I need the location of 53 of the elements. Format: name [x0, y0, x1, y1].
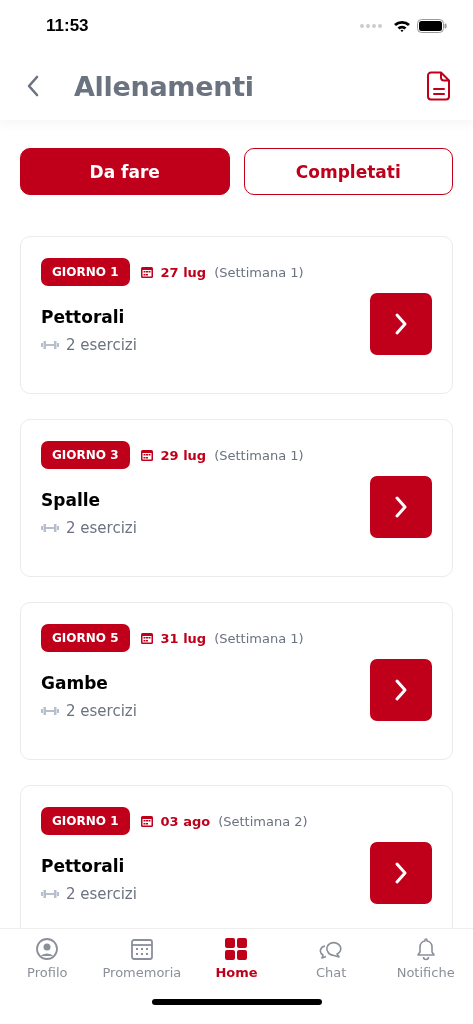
chevron-right-icon [393, 312, 409, 336]
calendar-icon [140, 632, 153, 644]
filter-tab[interactable]: Da fare [20, 148, 230, 195]
dumbbell-icon [41, 339, 59, 350]
profile-icon [35, 937, 60, 961]
open-button[interactable] [370, 293, 432, 355]
day-badge: GIORNO 1 [41, 807, 130, 835]
nav-item[interactable]: Home [189, 937, 284, 999]
nav-item[interactable]: Chat [283, 937, 379, 999]
signal-icon [359, 23, 383, 29]
open-button[interactable] [370, 842, 432, 904]
workout-title: Spalle [41, 489, 102, 510]
workout-title: Pettorali [41, 855, 126, 876]
workout-date: 03 ago [160, 813, 211, 829]
week-label: (Settimana 2) [218, 813, 308, 829]
calendar-icon [129, 937, 154, 961]
workout-date: 31 lug [160, 630, 207, 646]
day-badge: GIORNO 1 [41, 258, 130, 286]
dumbbell-icon [41, 705, 59, 716]
day-badge: GIORNO 3 [41, 441, 130, 469]
grid-icon [224, 937, 249, 961]
dumbbell-icon [41, 522, 59, 533]
nav-item[interactable]: Promemoria [94, 937, 190, 999]
workout-title: Pettorali [41, 306, 126, 327]
open-button[interactable] [370, 476, 432, 538]
open-button[interactable] [370, 659, 432, 721]
day-badge: GIORNO 5 [41, 624, 130, 652]
workout-title: Gambe [41, 672, 109, 693]
exercise-count: 2 esercizi [66, 884, 137, 903]
workout-date: 27 lug [160, 264, 207, 280]
calendar-icon [140, 815, 153, 827]
week-label: (Settimana 1) [214, 630, 304, 646]
chevron-right-icon [393, 861, 409, 885]
workout-date: 29 lug [160, 447, 207, 463]
exercise-count: 2 esercizi [66, 518, 137, 537]
back-button[interactable] [26, 75, 40, 97]
page-title: Allenamenti [74, 70, 255, 102]
document-icon[interactable] [427, 71, 451, 101]
week-label: (Settimana 1) [214, 447, 304, 463]
calendar-icon [140, 449, 153, 461]
dumbbell-icon [41, 888, 59, 899]
status-time: 11:53 [46, 16, 89, 36]
exercise-count: 2 esercizi [66, 701, 137, 720]
filter-tab[interactable]: Completati [243, 148, 453, 195]
nav-item[interactable]: Profilo [0, 937, 95, 999]
chevron-right-icon [393, 495, 409, 519]
wifi-icon [393, 19, 411, 33]
nav-item[interactable]: Notifiche [378, 937, 473, 999]
exercise-count: 2 esercizi [66, 335, 137, 354]
chevron-right-icon [393, 678, 409, 702]
calendar-icon [140, 266, 153, 278]
battery-icon [417, 19, 447, 33]
week-label: (Settimana 1) [214, 264, 304, 280]
